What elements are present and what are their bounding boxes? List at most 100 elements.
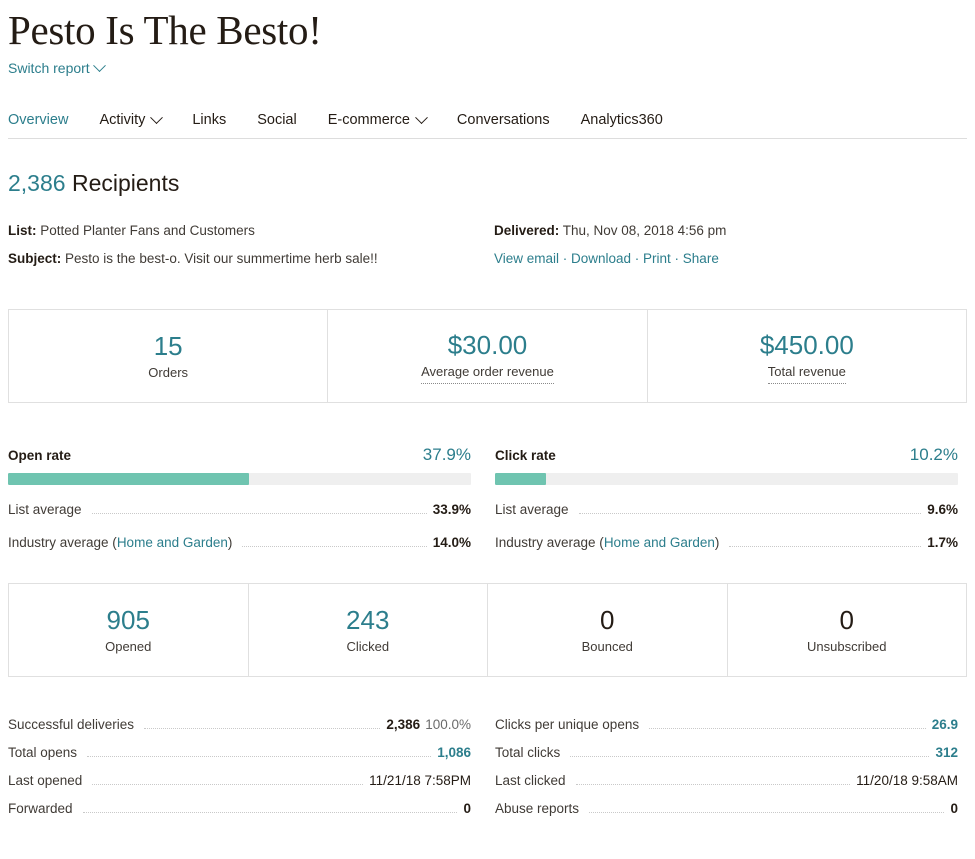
average-label-text: Industry average ( bbox=[495, 535, 604, 550]
stat-card-value: 15 bbox=[154, 330, 183, 362]
stat-card-orders: 15Orders bbox=[9, 310, 328, 402]
stat-card-unsubscribed: 0Unsubscribed bbox=[728, 584, 967, 676]
stats-column-left: Successful deliveries2,386100.0%Total op… bbox=[8, 717, 471, 829]
stat-label: Total clicks bbox=[495, 745, 560, 760]
average-label: List average bbox=[8, 502, 82, 517]
stat-card-value: 905 bbox=[107, 604, 150, 636]
switch-report-link[interactable]: Switch report bbox=[8, 60, 104, 76]
stat-row: Successful deliveries2,386100.0% bbox=[8, 717, 471, 745]
stat-row: Last opened11/21/18 7:58PM bbox=[8, 773, 471, 801]
stat-card-clicked: 243Clicked bbox=[249, 584, 489, 676]
industry-link[interactable]: Home and Garden bbox=[117, 535, 228, 550]
stat-row: Forwarded0 bbox=[8, 801, 471, 829]
stat-value: 0 bbox=[950, 801, 958, 816]
list-line: List: Potted Planter Fans and Customers bbox=[8, 217, 494, 245]
stat-card-value: $30.00 bbox=[448, 329, 528, 361]
rate-progress-fill bbox=[8, 473, 249, 485]
stat-card-total-revenue: $450.00Total revenue bbox=[648, 310, 966, 402]
average-value: 14.0% bbox=[433, 535, 471, 550]
rate-percent: 10.2% bbox=[910, 445, 958, 465]
switch-report-label: Switch report bbox=[8, 60, 90, 76]
delivered-line: Delivered: Thu, Nov 08, 2018 4:56 pm bbox=[494, 217, 967, 245]
stat-row: Last clicked11/20/18 9:58AM bbox=[495, 773, 958, 801]
stat-row: Total opens 1,086 bbox=[8, 745, 471, 773]
stat-card-value: 243 bbox=[346, 604, 389, 636]
rate-block-click-rate: Click rate10.2% List average 9.6% Industry … bbox=[495, 445, 958, 551]
stat-value: 1,086 bbox=[437, 745, 471, 760]
chevron-down-icon bbox=[150, 111, 163, 124]
tab-conversations[interactable]: Conversations bbox=[457, 112, 550, 128]
stat-card-label[interactable]: Average order revenue bbox=[421, 362, 554, 384]
tab-e-commerce[interactable]: E-commerce bbox=[328, 112, 426, 128]
tab-label: Analytics360 bbox=[581, 112, 663, 128]
average-label: Industry average (Home and Garden) bbox=[8, 535, 232, 550]
action-link-print[interactable]: Print bbox=[643, 251, 671, 266]
recipients-word: Recipients bbox=[72, 170, 179, 196]
stat-value-suffix: 100.0% bbox=[425, 717, 471, 732]
rate-header: Click rate10.2% bbox=[495, 445, 958, 465]
tab-label: Overview bbox=[8, 112, 68, 128]
stat-card-label: Unsubscribed bbox=[807, 637, 887, 657]
rate-name: Open rate bbox=[8, 448, 71, 463]
tab-label: Social bbox=[257, 112, 297, 128]
tab-social[interactable]: Social bbox=[257, 112, 297, 128]
average-label-text: Industry average ( bbox=[8, 535, 117, 550]
dotted-leader bbox=[579, 513, 922, 514]
stat-card-label[interactable]: Total revenue bbox=[768, 362, 846, 384]
action-link-view-email[interactable]: View email bbox=[494, 251, 559, 266]
action-link-share[interactable]: Share bbox=[683, 251, 719, 266]
tab-overview[interactable]: Overview bbox=[8, 112, 68, 128]
average-label-suffix: ) bbox=[715, 535, 720, 550]
rate-progress-fill bbox=[495, 473, 546, 485]
stat-label: Last clicked bbox=[495, 773, 566, 788]
dotted-leader bbox=[92, 513, 427, 514]
action-link-download[interactable]: Download bbox=[571, 251, 631, 266]
stat-value: 0 bbox=[463, 801, 471, 816]
recipients-count: 2,386 bbox=[8, 170, 66, 196]
subject-label: Subject: bbox=[8, 251, 61, 266]
stat-label: Clicks per unique opens bbox=[495, 717, 639, 732]
average-value: 9.6% bbox=[927, 502, 958, 517]
stat-label: Total opens bbox=[8, 745, 77, 760]
action-separator: · bbox=[631, 251, 643, 266]
industry-link[interactable]: Home and Garden bbox=[604, 535, 715, 550]
campaign-meta: List: Potted Planter Fans and Customers … bbox=[8, 217, 967, 273]
rate-progress-track bbox=[8, 473, 471, 485]
tab-label: Links bbox=[192, 112, 226, 128]
stats-column-right: Clicks per unique opens26.9Total clicks 3… bbox=[495, 717, 958, 829]
subject-value: Pesto is the best-o. Visit our summertim… bbox=[65, 251, 378, 266]
tab-analytics360[interactable]: Analytics360 bbox=[581, 112, 663, 128]
stat-row: Abuse reports0 bbox=[495, 801, 958, 829]
stat-card-value: 0 bbox=[840, 604, 854, 636]
campaign-meta-left: List: Potted Planter Fans and Customers … bbox=[8, 217, 494, 273]
list-value: Potted Planter Fans and Customers bbox=[40, 223, 255, 238]
stat-card-average-order-revenue: $30.00Average order revenue bbox=[328, 310, 647, 402]
dotted-leader bbox=[83, 812, 458, 813]
rate-header: Open rate37.9% bbox=[8, 445, 471, 465]
dotted-leader bbox=[92, 784, 363, 785]
dotted-leader bbox=[144, 728, 380, 729]
dotted-leader bbox=[576, 784, 851, 785]
rate-progress-track bbox=[495, 473, 958, 485]
stat-value: 312 bbox=[935, 745, 958, 760]
report-tabs: Overview Activity Links Social E-commerce Con… bbox=[8, 112, 967, 139]
stats-section: Successful deliveries2,386100.0%Total op… bbox=[8, 717, 967, 829]
tab-activity[interactable]: Activity bbox=[99, 112, 161, 128]
list-label: List: bbox=[8, 223, 37, 238]
dotted-leader bbox=[729, 546, 921, 547]
rate-block-open-rate: Open rate37.9%List average33.9%Industry … bbox=[8, 445, 471, 551]
average-value: 1.7% bbox=[927, 535, 958, 550]
report-page: Pesto Is The Besto! Switch report Overvi… bbox=[0, 0, 975, 859]
average-label: List average bbox=[495, 502, 569, 517]
stat-card-bounced: 0Bounced bbox=[488, 584, 728, 676]
stat-card-value: $450.00 bbox=[760, 329, 854, 361]
tab-label: Activity bbox=[99, 112, 145, 128]
tab-label: Conversations bbox=[457, 112, 550, 128]
dotted-leader bbox=[649, 728, 926, 729]
ecommerce-card-row: 15Orders$30.00Average order revenue$450.… bbox=[8, 309, 967, 403]
campaign-actions: View email · Download · Print · Share bbox=[494, 245, 967, 273]
stat-row: Clicks per unique opens26.9 bbox=[495, 717, 958, 745]
chevron-down-icon bbox=[415, 111, 428, 124]
tab-links[interactable]: Links bbox=[192, 112, 226, 128]
tab-label: E-commerce bbox=[328, 112, 410, 128]
